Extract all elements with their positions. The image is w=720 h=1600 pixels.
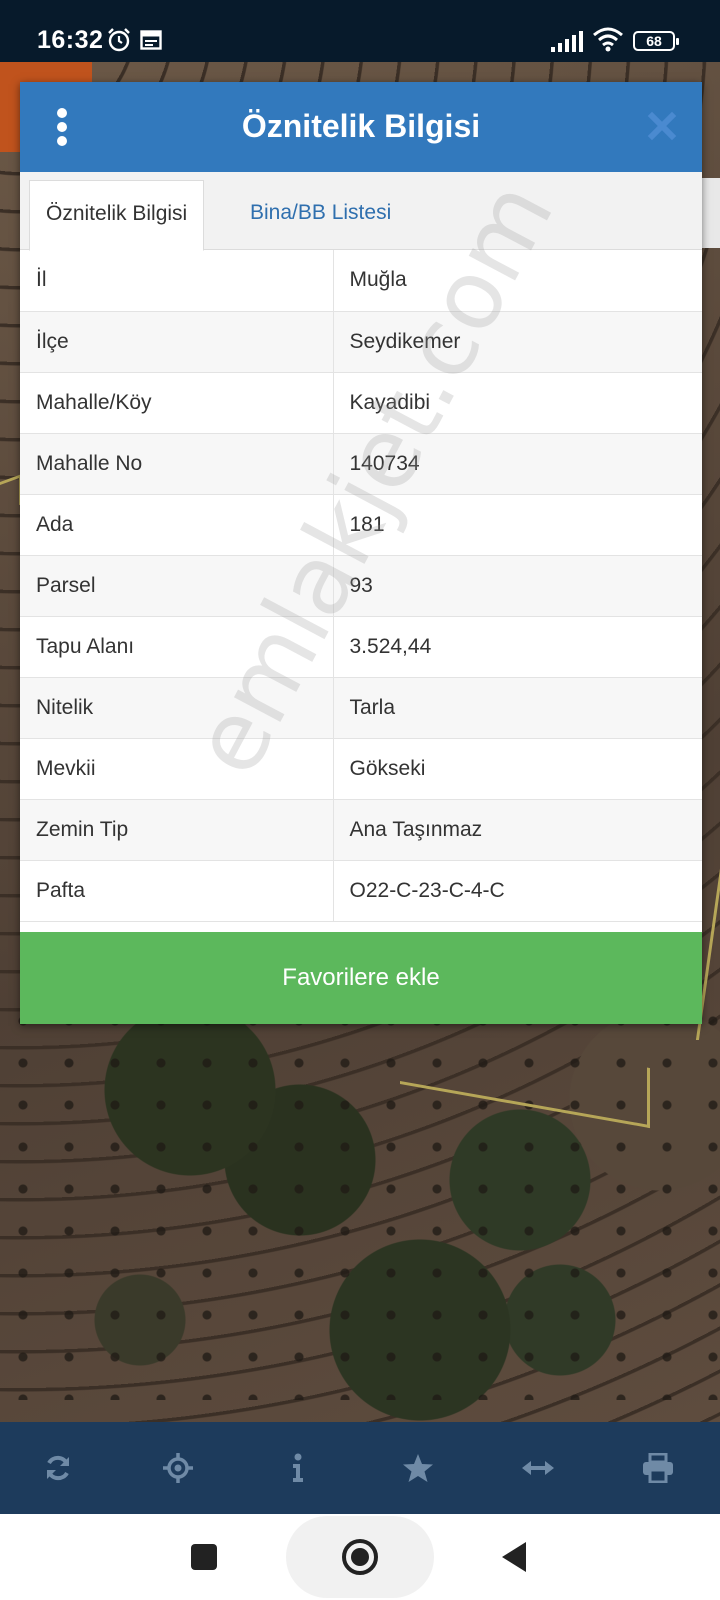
row-value: Tarla xyxy=(333,677,702,739)
row-value: 140734 xyxy=(333,433,702,495)
wifi-icon xyxy=(593,27,623,52)
parcel-boundary xyxy=(0,473,22,513)
print-icon[interactable] xyxy=(636,1446,680,1490)
alarm-icon xyxy=(108,28,130,52)
tab-attribute-info[interactable]: Öznitelik Bilgisi xyxy=(29,180,205,251)
row-key: İlçe xyxy=(20,311,334,373)
row-value: 3.524,44 xyxy=(333,616,702,678)
row-value: O22-C-23-C-4-C xyxy=(333,860,702,922)
locate-icon[interactable] xyxy=(156,1446,200,1490)
table-row: Parsel 93 xyxy=(20,555,702,617)
row-value: Gökseki xyxy=(333,738,702,800)
row-value: Ana Taşınmaz xyxy=(333,799,702,861)
row-value: Muğla xyxy=(333,250,702,312)
table-row: Pafta O22-C-23-C-4-C xyxy=(20,860,702,922)
table-row: Mevkii Gökseki xyxy=(20,738,702,800)
dialog-title: Öznitelik Bilgisi xyxy=(241,108,481,144)
row-key: Mevkii xyxy=(20,738,334,800)
close-icon[interactable] xyxy=(646,110,678,142)
row-key: Tapu Alanı xyxy=(20,616,334,678)
info-icon[interactable] xyxy=(276,1446,320,1490)
table-row: Ada 181 xyxy=(20,494,702,556)
star-icon[interactable] xyxy=(396,1446,440,1490)
add-to-favorites-button[interactable]: Favorilere ekle xyxy=(20,932,702,1024)
table-row: Mahalle/Köy Kayadibi xyxy=(20,372,702,434)
row-value: 181 xyxy=(333,494,702,556)
row-value: Seydikemer xyxy=(333,311,702,373)
row-key: İl xyxy=(20,250,334,312)
attribute-dialog: Öznitelik Bilgisi Öznitelik Bilgisi Bina… xyxy=(20,82,702,1024)
home-icon[interactable] xyxy=(341,1538,379,1581)
row-key: Parsel xyxy=(20,555,334,617)
row-key: Mahalle No xyxy=(20,433,334,495)
table-row: Mahalle No 140734 xyxy=(20,433,702,495)
recents-icon[interactable] xyxy=(191,1544,217,1575)
row-key: Nitelik xyxy=(20,677,334,739)
row-key: Mahalle/Köy xyxy=(20,372,334,434)
map-toolbar xyxy=(0,1422,720,1514)
row-value: 93 xyxy=(333,555,702,617)
tab-bar: Öznitelik Bilgisi Bina/BB Listesi xyxy=(20,172,702,251)
row-value: Kayadibi xyxy=(333,372,702,434)
table-row: İlçe Seydikemer xyxy=(20,311,702,373)
signal-icon xyxy=(551,31,583,52)
row-key: Ada xyxy=(20,494,334,556)
table-row: Nitelik Tarla xyxy=(20,677,702,739)
status-bar: 16:32 68 xyxy=(0,0,720,62)
back-icon[interactable] xyxy=(502,1542,528,1577)
refresh-icon[interactable] xyxy=(36,1446,80,1490)
attribute-table: İl Muğla İlçe Seydikemer Mahalle/Köy Kayadi… xyxy=(20,250,702,922)
battery-indicator: 68 xyxy=(633,31,679,51)
map-orchard-texture xyxy=(0,1000,720,1400)
table-row: Tapu Alanı 3.524,44 xyxy=(20,616,702,678)
calendar-icon xyxy=(140,30,162,50)
dialog-header: Öznitelik Bilgisi xyxy=(20,82,702,172)
system-navigation-bar xyxy=(0,1514,720,1600)
measure-icon[interactable] xyxy=(516,1446,560,1490)
row-key: Pafta xyxy=(20,860,334,922)
table-row: Zemin Tip Ana Taşınmaz xyxy=(20,799,702,861)
status-time: 16:32 xyxy=(37,26,104,54)
tab-building-list[interactable]: Bina/BB Listesi xyxy=(234,180,407,251)
map-side-strip xyxy=(702,178,720,248)
table-row: İl Muğla xyxy=(20,250,702,312)
row-key: Zemin Tip xyxy=(20,799,334,861)
